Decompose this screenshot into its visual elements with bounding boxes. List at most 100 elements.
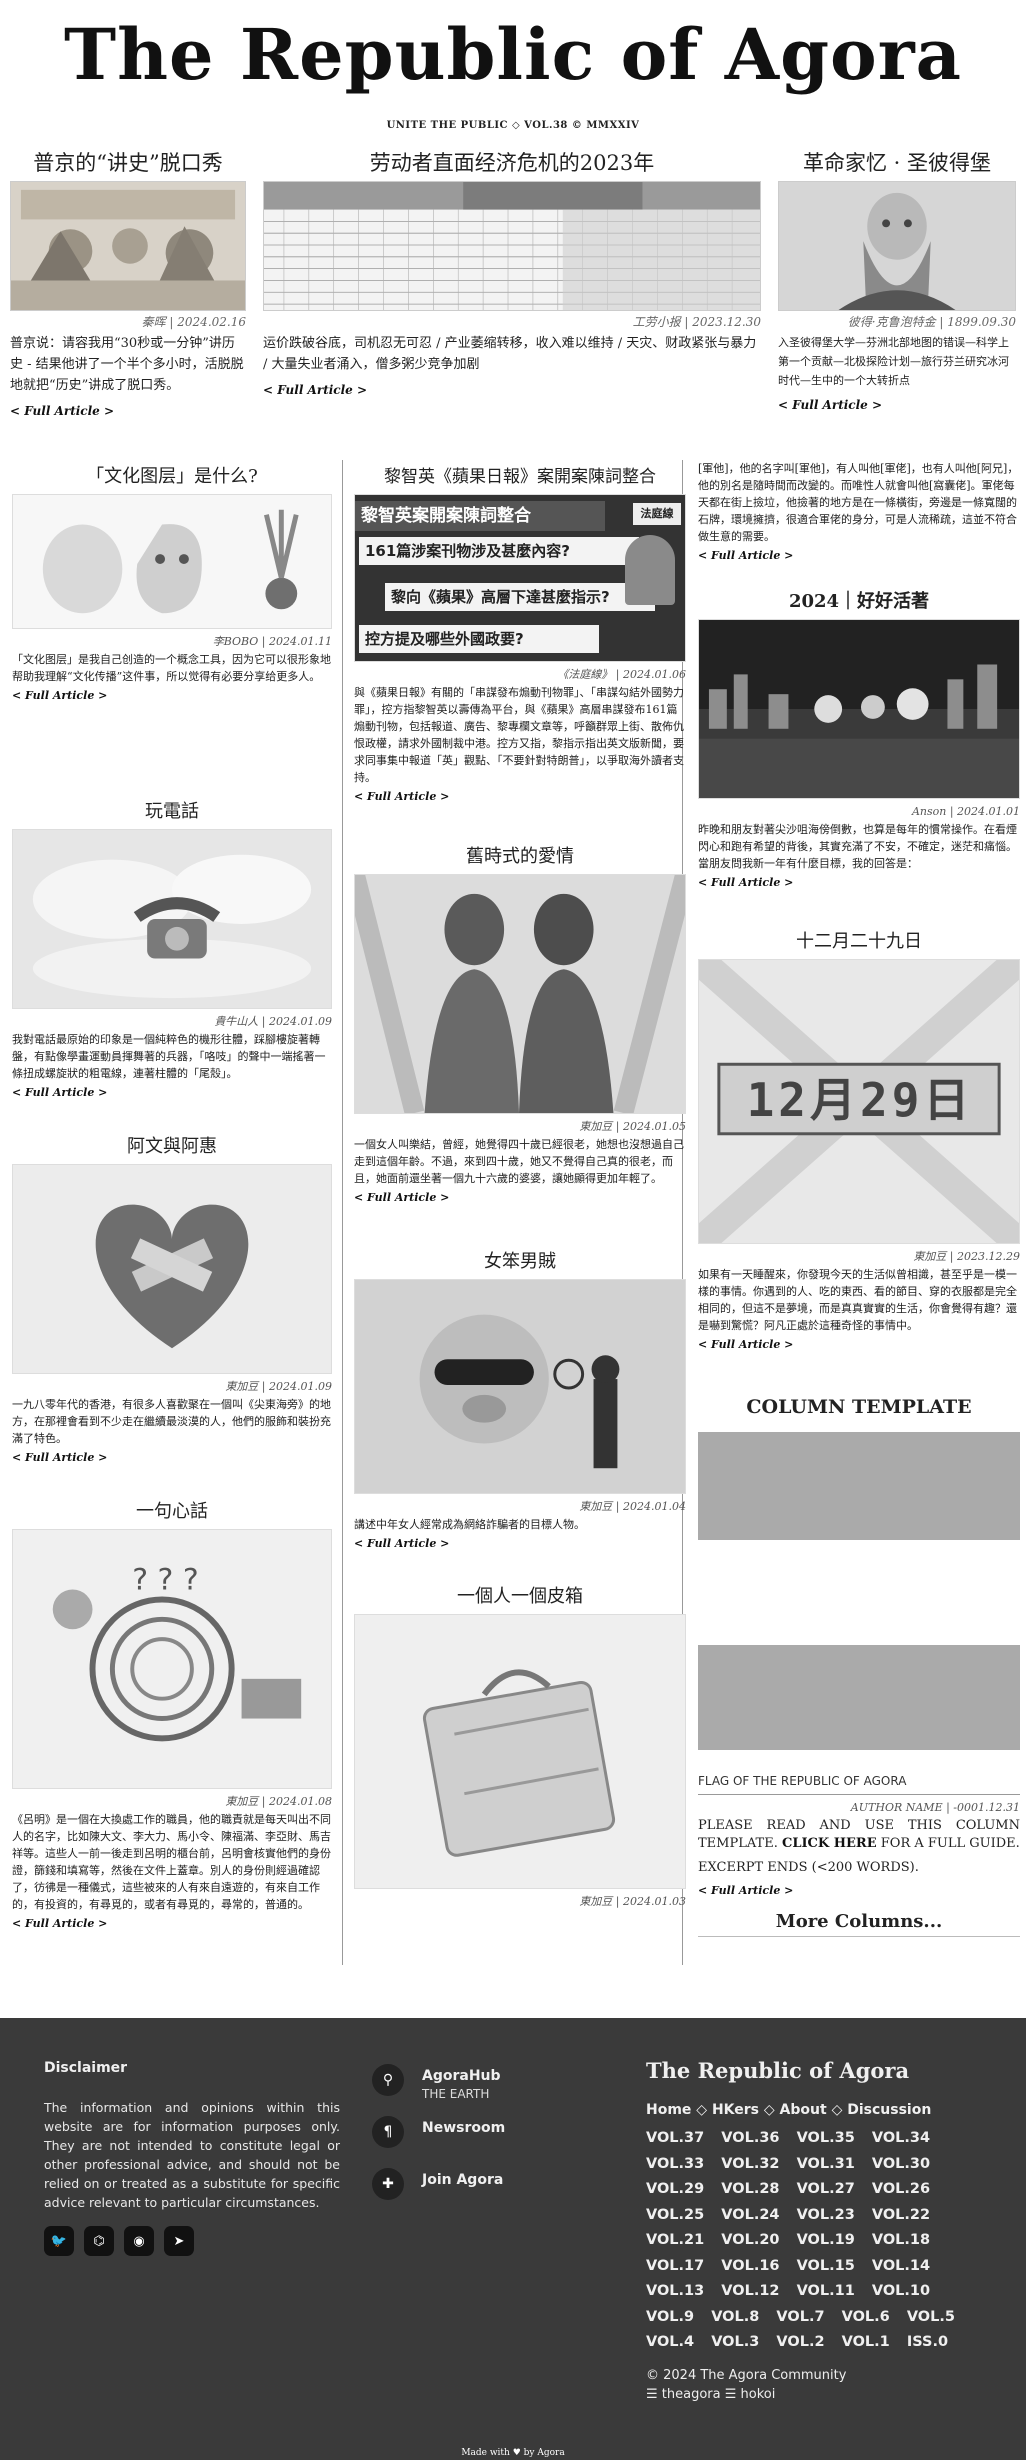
template-flag-placeholder[interactable] xyxy=(698,1645,1020,1750)
article-title[interactable]: 普京的“讲史”脱口秀 xyxy=(10,145,246,181)
github-icon[interactable]: ⌬ xyxy=(84,2226,114,2256)
volume-link[interactable]: ISS.0 xyxy=(907,2334,948,2350)
article-title[interactable]: 一個人一個皮箱 xyxy=(354,1580,686,1614)
article-image-fireworks[interactable] xyxy=(698,619,1020,799)
volume-link[interactable]: VOL.10 xyxy=(872,2283,930,2299)
full-article-link[interactable]: < Full Article > xyxy=(12,1451,332,1464)
volume-link[interactable]: VOL.19 xyxy=(797,2232,855,2248)
full-article-link[interactable]: < Full Article > xyxy=(12,1917,332,1930)
volume-link[interactable]: VOL.27 xyxy=(797,2181,855,2197)
footer-brand[interactable]: The Republic of Agora xyxy=(646,2058,986,2094)
article-image-pig-mask[interactable] xyxy=(354,1279,686,1494)
volume-link[interactable]: VOL.5 xyxy=(907,2309,955,2325)
article-title[interactable]: 十二月二十九日 xyxy=(698,925,1020,959)
volume-link[interactable]: VOL.24 xyxy=(721,2207,779,2223)
article-title[interactable]: 一句心話 xyxy=(12,1495,332,1529)
full-article-link[interactable]: < Full Article > xyxy=(10,404,114,418)
article-title[interactable]: 阿文與阿惠 xyxy=(12,1130,332,1164)
volume-link[interactable]: VOL.15 xyxy=(797,2258,855,2274)
volume-link[interactable]: VOL.36 xyxy=(721,2130,779,2146)
footer-link-join[interactable]: ✚ Join Agora xyxy=(372,2168,612,2202)
volume-link[interactable]: VOL.13 xyxy=(646,2283,704,2299)
article-title[interactable]: 「文化图层」是什么? xyxy=(12,460,332,494)
volume-link[interactable]: VOL.25 xyxy=(646,2207,704,2223)
volume-link[interactable]: VOL.21 xyxy=(646,2232,704,2248)
full-article-link[interactable]: < Full Article > xyxy=(698,549,1020,562)
article-image-grid[interactable] xyxy=(263,181,761,311)
footer-link-agorahub[interactable]: ⚲ AgoraHub THE EARTH xyxy=(372,2064,612,2101)
volume-link[interactable]: VOL.32 xyxy=(721,2156,779,2172)
volume-link[interactable]: VOL.23 xyxy=(797,2207,855,2223)
volume-link[interactable]: VOL.8 xyxy=(711,2309,759,2325)
article-title[interactable]: 革命家忆 · 圣彼得堡 xyxy=(778,145,1016,181)
template-image-placeholder[interactable] xyxy=(698,1432,1020,1540)
volume-link[interactable]: VOL.2 xyxy=(776,2334,824,2350)
menu-hkers[interactable]: HKers xyxy=(712,2102,759,2118)
more-columns-link[interactable]: More Columns... xyxy=(698,1911,1020,1932)
article-title[interactable]: 女笨男賊 xyxy=(354,1245,686,1279)
article-image-vegetables[interactable] xyxy=(12,494,332,629)
template-title[interactable]: COLUMN TEMPLATE xyxy=(698,1390,1020,1424)
article-image-calendar[interactable]: 12月29日 xyxy=(698,959,1020,1244)
volume-link[interactable]: VOL.16 xyxy=(721,2258,779,2274)
credits[interactable]: ☰ theagora ☰ hokoi xyxy=(646,2385,986,2404)
volume-link[interactable]: VOL.3 xyxy=(711,2334,759,2350)
article-image-couple[interactable] xyxy=(354,874,686,1114)
template-guide-link[interactable]: CLICK HERE xyxy=(782,1836,877,1851)
volume-link[interactable]: VOL.30 xyxy=(872,2156,930,2172)
full-article-link[interactable]: < Full Article > xyxy=(12,689,332,702)
volume-link[interactable]: VOL.12 xyxy=(721,2283,779,2299)
article-title[interactable]: 黎智英《蘋果日報》案開案陳詞整合 xyxy=(354,460,686,494)
volume-link[interactable]: VOL.29 xyxy=(646,2181,704,2197)
menu-home[interactable]: Home xyxy=(646,2102,691,2118)
volume-link[interactable]: VOL.37 xyxy=(646,2130,704,2146)
volume-link[interactable]: VOL.11 xyxy=(797,2283,855,2299)
article-title[interactable]: 玩電話 xyxy=(12,795,332,829)
volume-link[interactable]: VOL.34 xyxy=(872,2130,930,2146)
menu-about[interactable]: About xyxy=(780,2102,827,2118)
full-article-link[interactable]: < Full Article > xyxy=(698,1338,1020,1351)
article-title[interactable]: 2024｜好好活著 xyxy=(698,585,1020,619)
volume-link[interactable]: VOL.7 xyxy=(776,2309,824,2325)
volume-link[interactable]: VOL.1 xyxy=(842,2334,890,2350)
volume-link[interactable]: VOL.14 xyxy=(872,2258,930,2274)
article-image-suitcase[interactable] xyxy=(354,1614,686,1889)
menu-discussion[interactable]: Discussion xyxy=(847,2102,931,2118)
volume-link[interactable]: VOL.18 xyxy=(872,2232,930,2248)
volume-link[interactable]: VOL.4 xyxy=(646,2334,694,2350)
article-image-maze[interactable]: ? ? ? xyxy=(12,1529,332,1789)
volume-link[interactable]: VOL.17 xyxy=(646,2258,704,2274)
full-article-link[interactable]: < Full Article > xyxy=(12,1086,332,1099)
article-image-infographic[interactable]: 黎智英案開案陳詞整合 161篇涉案刊物涉及甚麼內容? 黎向《蘋果》高層下達甚麼指… xyxy=(354,494,686,662)
article-image-telephone[interactable] xyxy=(12,829,332,1009)
volume-link[interactable]: VOL.28 xyxy=(721,2181,779,2197)
full-article-link[interactable]: < Full Article > xyxy=(778,398,882,412)
twitter-icon[interactable]: 🐦 xyxy=(44,2226,74,2256)
volume-link[interactable]: VOL.35 xyxy=(797,2130,855,2146)
article-title[interactable]: 劳动者直面经济危机的2023年 xyxy=(263,145,761,181)
footer-link-label[interactable]: AgoraHub xyxy=(422,2067,501,2085)
volume-link[interactable]: VOL.22 xyxy=(872,2207,930,2223)
full-article-link[interactable]: < Full Article > xyxy=(354,790,686,803)
volume-link[interactable]: VOL.31 xyxy=(797,2156,855,2172)
full-article-link[interactable]: < Full Article > xyxy=(263,383,367,397)
volume-link[interactable]: VOL.20 xyxy=(721,2232,779,2248)
footer-link-label[interactable]: Newsroom xyxy=(422,2119,505,2137)
reddit-icon[interactable]: ◉ xyxy=(124,2226,154,2256)
footer-link-newsroom[interactable]: ¶ Newsroom xyxy=(372,2116,612,2150)
article-image-portrait[interactable] xyxy=(778,181,1016,311)
footer-link-label[interactable]: Join Agora xyxy=(422,2171,503,2189)
full-article-link[interactable]: < Full Article > xyxy=(354,1537,686,1550)
masthead-title[interactable]: The Republic of Agora xyxy=(0,12,1026,98)
volume-link[interactable]: VOL.33 xyxy=(646,2156,704,2172)
full-article-link[interactable]: < Full Article > xyxy=(354,1191,686,1204)
full-article-link[interactable]: < Full Article > xyxy=(698,876,1020,889)
volume-link[interactable]: VOL.26 xyxy=(872,2181,930,2197)
full-article-link[interactable]: < Full Article > xyxy=(698,1884,1020,1897)
telegram-icon[interactable]: ➤ xyxy=(164,2226,194,2256)
article-image-painting[interactable] xyxy=(10,181,246,311)
volume-link[interactable]: VOL.6 xyxy=(842,2309,890,2325)
article-title[interactable]: 舊時式的愛情 xyxy=(354,840,686,874)
article-image-heart[interactable] xyxy=(12,1164,332,1374)
volume-link[interactable]: VOL.9 xyxy=(646,2309,694,2325)
